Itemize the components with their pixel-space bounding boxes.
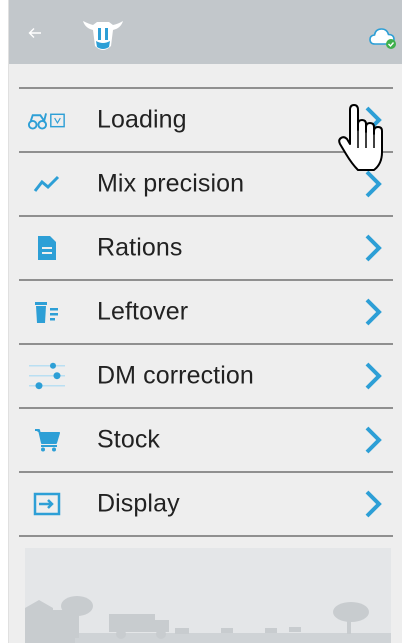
sync-button[interactable] bbox=[369, 26, 397, 50]
arrow-left-icon bbox=[28, 28, 41, 38]
chevron-right-icon bbox=[365, 170, 382, 198]
menu-item-leftover[interactable]: Leftover bbox=[19, 281, 393, 345]
cloud-sync-icon bbox=[369, 28, 396, 49]
menu-item-rations[interactable]: Rations bbox=[19, 217, 393, 281]
document-icon bbox=[27, 233, 67, 263]
trend-line-icon bbox=[27, 169, 67, 199]
menu-item-label: DM correction bbox=[97, 361, 254, 390]
menu-item-stock[interactable]: Stock bbox=[19, 409, 393, 473]
sliders-icon bbox=[27, 361, 67, 391]
chevron-right-icon bbox=[365, 234, 382, 262]
chevron-right-icon bbox=[365, 106, 382, 134]
app-frame: Loading Mix precision Rations Leftover D… bbox=[8, 0, 402, 643]
menu-item-label: Display bbox=[97, 489, 180, 518]
chevron-right-icon bbox=[365, 298, 382, 326]
menu-item-label: Loading bbox=[97, 105, 187, 134]
menu-item-label: Leftover bbox=[97, 297, 189, 326]
menu-item-loading[interactable]: Loading bbox=[19, 89, 393, 153]
trash-list-icon bbox=[27, 297, 67, 327]
chevron-right-icon bbox=[365, 490, 382, 518]
farm-illustration bbox=[25, 548, 391, 643]
top-bar bbox=[9, 0, 402, 64]
menu-item-label: Mix precision bbox=[97, 169, 245, 198]
main-menu: Loading Mix precision Rations Leftover D… bbox=[19, 87, 393, 537]
menu-item-display[interactable]: Display bbox=[19, 473, 393, 537]
loader-bucket-icon bbox=[27, 105, 67, 135]
chevron-right-icon bbox=[365, 426, 382, 454]
chevron-right-icon bbox=[365, 362, 382, 390]
screen-enter-icon bbox=[27, 489, 67, 519]
cart-icon bbox=[27, 425, 67, 455]
cow-head-logo bbox=[83, 21, 123, 50]
back-button[interactable] bbox=[23, 22, 47, 44]
menu-item-label: Rations bbox=[97, 233, 183, 262]
farm-silhouette-image bbox=[25, 596, 391, 643]
menu-item-dm-correction[interactable]: DM correction bbox=[19, 345, 393, 409]
menu-item-mix-precision[interactable]: Mix precision bbox=[19, 153, 393, 217]
menu-item-label: Stock bbox=[97, 425, 161, 454]
